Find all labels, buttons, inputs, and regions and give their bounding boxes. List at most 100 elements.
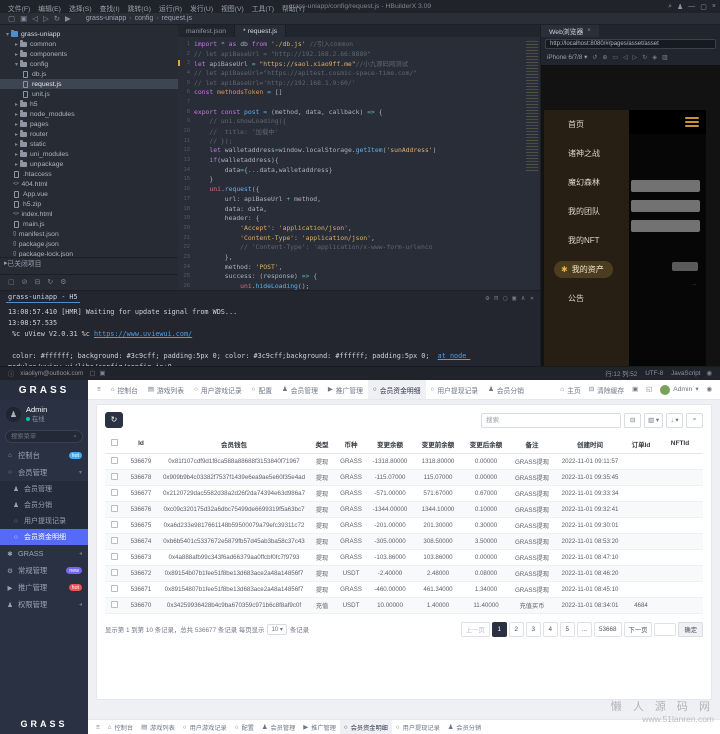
search-button[interactable]: ⌕ [686, 413, 703, 428]
menubar-item[interactable]: 文件(F) [4, 6, 34, 13]
breadcrumb-part[interactable]: config [135, 15, 154, 22]
trash-button[interactable]: ⊟ [624, 413, 641, 428]
table-row[interactable]: 5366760xc09c320175d32a6dbc75499de6699319… [105, 501, 703, 517]
row-checkbox[interactable] [105, 533, 123, 549]
nav-tab[interactable]: ○用户游戏记录 [179, 720, 231, 734]
close-icon[interactable]: × [712, 3, 716, 11]
gear-icon[interactable]: ⚙ [485, 294, 489, 302]
save-icon[interactable]: ▣ [20, 14, 27, 23]
tree-item-common[interactable]: ▸common [0, 39, 178, 49]
menubar-item[interactable]: 工具(T) [248, 6, 278, 13]
nav-tab[interactable]: ○配置 [247, 380, 277, 399]
console-link[interactable]: https://www.uviewui.com/ [94, 330, 192, 338]
tree-item-app-vue[interactable]: App.vue [0, 189, 178, 199]
menubar-item[interactable]: 选择(S) [65, 6, 96, 13]
console-link[interactable]: at node_ [438, 352, 471, 360]
row-checkbox[interactable] [105, 501, 123, 517]
menubar-item[interactable]: 编辑(E) [34, 6, 65, 13]
row-checkbox[interactable] [105, 453, 123, 469]
nav-tab[interactable]: ○会员资金明细 [340, 720, 392, 734]
table-row[interactable]: 5366780x909b9b4c03382f7537f1439e6ea9ae5e… [105, 469, 703, 485]
editor-tab[interactable]: manifest.json [178, 25, 235, 37]
sidebar-item[interactable]: ○会员资金明细 [0, 529, 88, 545]
nav-tab[interactable]: ○用户游戏记录 [189, 380, 247, 399]
nav-tab[interactable]: ○会员资金明细 [368, 380, 426, 399]
export-button[interactable]: ↓ ▾ [666, 413, 683, 428]
clear-icon[interactable]: ⊘ [22, 278, 28, 286]
menubar-item[interactable]: 发行(U) [186, 6, 217, 13]
encoding-label[interactable]: UTF-8 [645, 370, 663, 377]
user-menu[interactable]: Admin▾ [656, 385, 702, 395]
row-checkbox[interactable] [105, 549, 123, 565]
page-button[interactable]: 53668 [594, 622, 622, 637]
tree-item-h5-zip[interactable]: h5.zip [0, 199, 178, 209]
tree-item-main-js[interactable]: main.js [0, 219, 178, 229]
column-header[interactable]: 变更前余额 [413, 435, 463, 453]
columns-icon[interactable]: ▥ [662, 54, 668, 61]
fwd-icon[interactable]: ▷ [633, 54, 638, 61]
page-jump-input[interactable] [654, 623, 676, 636]
tree-item-404-html[interactable]: <>404.html [0, 179, 178, 189]
close-icon[interactable]: × [587, 28, 591, 34]
device-selector[interactable]: iPhone 6/7/8 ▾ [547, 54, 587, 61]
row-checkbox[interactable] [105, 581, 123, 597]
menubar-item[interactable]: 查找(I) [96, 6, 124, 13]
multi-window-button[interactable]: ▣ [628, 386, 642, 393]
column-header[interactable]: 订单Id [625, 435, 657, 453]
page-button[interactable]: 1 [492, 622, 507, 637]
tree-item-node-modules[interactable]: ▸node_modules [0, 109, 178, 119]
account-label[interactable]: xiaoliym@outlook.com [20, 370, 83, 377]
column-header[interactable]: 币种 [335, 435, 367, 453]
column-header[interactable]: 类型 [309, 435, 335, 453]
sidebar-item[interactable]: ○会员管理▾ [0, 464, 88, 481]
refresh-icon[interactable]: ↻ [642, 54, 647, 61]
sidebar-item[interactable]: ♟权限管理◂ [0, 596, 88, 613]
code-area[interactable]: 1import * as db from './db.js' //引入commo… [178, 37, 540, 290]
drawer-item[interactable]: ✱我的资产 [544, 255, 629, 284]
max-icon[interactable]: ▢ [700, 3, 707, 11]
column-header[interactable]: 创建时间 [555, 435, 625, 453]
zoom-icon[interactable]: ⊕ [602, 54, 607, 61]
rotate-icon[interactable]: ↺ [592, 54, 597, 61]
nav-tab[interactable]: ▶推广管理 [323, 380, 368, 399]
page-button[interactable]: 5 [560, 622, 575, 637]
editor-tab[interactable]: *request.js [235, 25, 286, 37]
sidebar-item[interactable]: ✱GRASS◂ [0, 545, 88, 562]
console-tab[interactable]: grass-uniapp - H5 [6, 293, 80, 303]
page-button[interactable]: 2 [509, 622, 524, 637]
next-page-button[interactable]: 下一页 [624, 622, 653, 637]
menubar-item[interactable]: 运行(R) [155, 6, 186, 13]
doc-icon[interactable]: ▢ [8, 14, 15, 23]
trash-icon[interactable]: ⊟ [494, 294, 498, 302]
sidebar-item[interactable]: ▶推广管理hot [0, 579, 88, 596]
drawer-item[interactable]: 我的NFT [544, 226, 629, 255]
table-row[interactable]: 5366770x2120729dac5582d38a2d26f2da74394e… [105, 485, 703, 501]
tree-item-pages[interactable]: ▸pages [0, 119, 178, 129]
up-icon[interactable]: ∧ [521, 294, 525, 302]
table-row[interactable]: 5366700x34259936428b4c9ba670359c971b6c8f… [105, 597, 703, 613]
tree-item-unit-js[interactable]: unit.js [0, 89, 178, 99]
refresh-icon[interactable]: ↻ [54, 14, 60, 23]
column-header[interactable]: 变更余额 [367, 435, 413, 453]
sidebar-item[interactable]: ⚙常规管理new [0, 562, 88, 579]
user-icon[interactable]: ♟ [677, 3, 683, 11]
screens-icon[interactable]: ▣ [99, 370, 105, 377]
home-button[interactable]: ⌂主页 [556, 385, 584, 395]
browser-tab[interactable]: Web浏览器 × [541, 25, 599, 37]
gear-icon[interactable]: ⚙ [60, 278, 66, 286]
nav-tab[interactable]: ♟会员管理 [258, 720, 299, 734]
select-all-checkbox[interactable] [105, 435, 123, 453]
table-row[interactable]: 5366790x81f107cdf9d1f8ca588a88688f315384… [105, 453, 703, 469]
drawer-item[interactable]: 诸神之战 [544, 139, 629, 168]
nav-tab[interactable]: ♟会员分销 [483, 380, 529, 399]
bell-icon[interactable]: ◉ [707, 370, 713, 377]
cursor-position[interactable]: 行:12 列:52 [605, 369, 637, 378]
nav-tab[interactable]: ▤游戏列表 [137, 720, 179, 734]
column-header[interactable]: 会员钱包 [159, 435, 309, 453]
page-size-select[interactable]: 10 ▾ [267, 624, 286, 635]
drawer-item[interactable]: 魔幻森林 [544, 168, 629, 197]
tree-item-h5[interactable]: ▸h5 [0, 99, 178, 109]
tree-item-index-html[interactable]: <>index.html [0, 209, 178, 219]
nav-tab[interactable]: ▤游戏列表 [143, 380, 189, 399]
lock-icon[interactable]: ◈ [652, 54, 657, 61]
